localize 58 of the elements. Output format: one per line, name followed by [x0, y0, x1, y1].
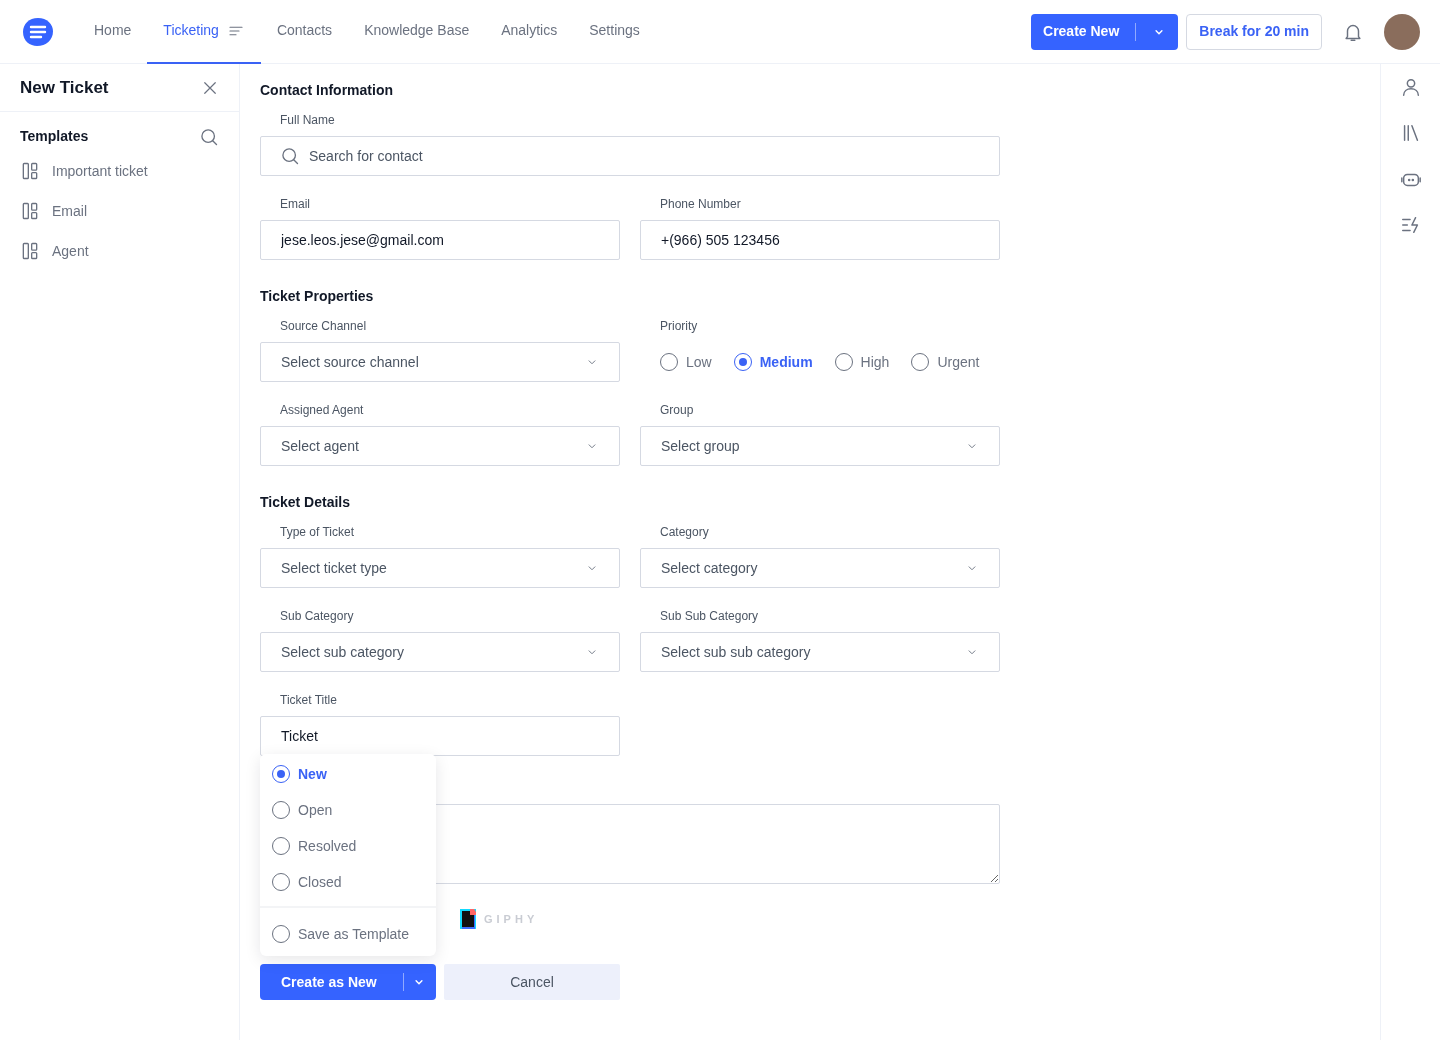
template-icon	[20, 201, 40, 221]
dropdown[interactable]: Select group	[640, 426, 1000, 466]
template-icon	[20, 161, 40, 181]
menu-option[interactable]: Save as Template	[298, 923, 410, 945]
field-label: Ticket Title	[280, 692, 338, 708]
dropdown[interactable]: Select sub sub category	[640, 632, 1000, 672]
field-label: Full Name	[280, 112, 336, 128]
menu-option[interactable]: Open	[298, 799, 333, 821]
section-heading: Templates	[20, 127, 89, 146]
field-label: Category	[660, 524, 710, 540]
field-label: Phone Number	[660, 196, 742, 212]
search-icon	[280, 146, 300, 166]
break-button[interactable]: Break for 20 min	[1186, 13, 1322, 50]
field-label: Email	[280, 196, 311, 212]
nav-tab[interactable]: Contacts	[260, 0, 349, 64]
nav-tab[interactable]: Home	[78, 0, 148, 64]
menu-option[interactable]: New	[298, 763, 327, 785]
nav-tab[interactable]: Settings	[573, 0, 656, 64]
section-heading: Ticket Details	[260, 493, 351, 512]
create-new-button[interactable]: Create New	[1031, 13, 1179, 50]
template-icon	[20, 241, 40, 261]
field-label: Group	[660, 402, 695, 418]
section-heading: Contact Information	[260, 81, 394, 100]
section-heading: Ticket Properties	[260, 287, 375, 306]
create-as-new-button[interactable]: Create as New	[260, 964, 436, 1000]
dropdown[interactable]: Select ticket type	[260, 548, 620, 588]
avatar[interactable]	[1384, 13, 1420, 50]
radio-label[interactable]: High	[860, 351, 890, 373]
giphy-logo-icon[interactable]	[460, 909, 476, 929]
cancel-button[interactable]: Cancel	[444, 964, 620, 1000]
search-icon[interactable]	[199, 126, 219, 147]
dropdown[interactable]: Select sub category	[260, 632, 620, 672]
template-item[interactable]: Email	[52, 200, 87, 222]
menu-option[interactable]: Resolved	[298, 835, 357, 857]
nav-tab[interactable]: Knowledge Base	[348, 0, 486, 64]
radio-label[interactable]: Urgent	[937, 351, 980, 373]
logo-icon[interactable]	[22, 16, 54, 47]
dropdown[interactable]: Select source channel	[260, 342, 620, 382]
field-label: Sub Sub Category	[660, 608, 760, 624]
field-label: Priority	[660, 318, 699, 334]
radio-label[interactable]: Low	[686, 351, 712, 373]
radio-label[interactable]: Medium	[759, 351, 813, 373]
template-item[interactable]: Agent	[52, 240, 89, 262]
field-label: Source Channel	[280, 318, 368, 334]
dropdown[interactable]: Select category	[640, 548, 1000, 588]
nav-tab[interactable]: Ticketing	[147, 0, 261, 64]
search-field[interactable]: Search for contact	[260, 136, 1000, 176]
nav-tab[interactable]: Analytics	[485, 0, 574, 64]
input-field[interactable]: jese.leos.jese@gmail.com	[260, 220, 620, 260]
input-field[interactable]: Ticket	[260, 716, 620, 756]
field-label: Type of Ticket	[280, 524, 356, 540]
template-item[interactable]: Important ticket	[52, 160, 148, 182]
field-label: Sub Category	[280, 608, 355, 624]
panel-title: New Ticket	[20, 76, 109, 99]
menu-option[interactable]: Closed	[298, 871, 342, 893]
input-field[interactable]: +(966) 505 123456	[640, 220, 1000, 260]
dropdown[interactable]: Select agent	[260, 426, 620, 466]
field-label: Assigned Agent	[280, 402, 365, 418]
